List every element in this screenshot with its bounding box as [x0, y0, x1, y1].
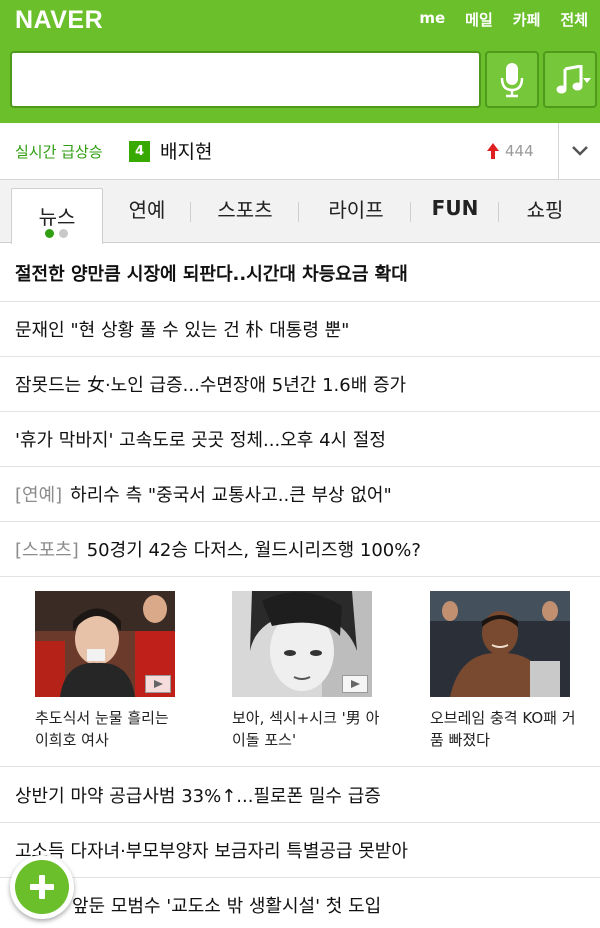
microphone-icon	[500, 62, 524, 97]
search-input[interactable]	[12, 53, 479, 106]
headline-item[interactable]: 상반기 마약 공급사범 33%↑...필로폰 밀수 급증	[0, 768, 600, 823]
headline-list-more: 상반기 마약 공급사범 33%↑...필로폰 밀수 급증 고소득 다자녀·부모부…	[0, 768, 600, 928]
photo-news-card[interactable]: 추도식서 눈물 흘리는 이희호 여사	[35, 591, 175, 751]
news-thumbnail[interactable]	[430, 591, 570, 697]
headline-list: 절전한 양만큼 시장에 되판다..시간대 차등요금 확대 문재인 "현 상황 풀…	[0, 244, 600, 577]
video-play-icon	[342, 675, 368, 693]
photo-news-card[interactable]: 보아, 섹시+시크 '男 아이돌 포스'	[232, 591, 379, 751]
category-tabs: 뉴스 연예 스포츠 라이프 FUN 쇼핑	[0, 180, 600, 244]
thumbnail-image	[430, 591, 570, 697]
photo-news-row: 추도식서 눈물 흘리는 이희호 여사 보아, 섹시+시크 '男 아이돌 포스'	[0, 577, 600, 767]
nav-mail[interactable]: 메일	[465, 9, 493, 30]
trending-label: 실시간 급상승	[15, 143, 103, 161]
photo-caption: 보아, 섹시+시크 '男 아이돌 포스'	[232, 709, 380, 749]
trending-keyword[interactable]: 배지현	[160, 137, 212, 164]
news-thumbnail[interactable]	[232, 591, 372, 697]
chevron-down-icon	[571, 146, 588, 156]
music-note-icon	[556, 64, 583, 93]
headline-item[interactable]: 고소득 다자녀·부모부양자 보금자리 특별공급 못받아	[0, 823, 600, 878]
music-search-button[interactable]	[543, 51, 597, 108]
nav-cafe[interactable]: 카페	[513, 9, 541, 30]
search-box	[10, 51, 481, 108]
news-thumbnail[interactable]	[35, 591, 175, 697]
video-play-icon	[145, 675, 171, 693]
tab-shopping[interactable]: 쇼핑	[508, 180, 582, 242]
trending-count: 444	[505, 142, 534, 160]
tab-sports[interactable]: 스포츠	[200, 180, 290, 242]
headline-item[interactable]: 절전한 양만큼 시장에 되판다..시간대 차등요금 확대	[0, 244, 600, 302]
caret-down-icon	[583, 78, 591, 83]
headline-item[interactable]: '휴가 막바지' 고속도로 곳곳 정체...오후 4시 절정	[0, 412, 600, 467]
headline-item[interactable]: 문재인 "현 상황 풀 수 있는 건 朴 대통령 뿐"	[0, 302, 600, 357]
plus-icon	[30, 875, 54, 899]
naver-logo[interactable]: NAVER	[15, 6, 103, 35]
divider	[498, 202, 499, 222]
photo-caption: 오브레임 충격 KO패 거품 빠졌다	[430, 709, 576, 749]
headline-item[interactable]: [스포츠] 50경기 42승 다저스, 월드시리즈행 100%?	[0, 522, 600, 577]
headline-item[interactable]: 잠못드는 女·노인 급증...수면장애 5년간 1.6배 증가	[0, 357, 600, 412]
header-bar: NAVER me 메일 카페 전체	[0, 0, 600, 123]
tab-fun[interactable]: FUN	[420, 180, 490, 242]
category-tag: [연예]	[15, 485, 63, 506]
realtime-trending-bar[interactable]: 실시간 급상승 4 배지현 444	[0, 123, 600, 180]
rank-badge: 4	[129, 141, 150, 162]
headline-item[interactable]: [연예] 하리수 측 "중국서 교통사고..큰 부상 없어"	[0, 467, 600, 522]
nav-all[interactable]: 전체	[560, 9, 588, 30]
floating-add-button[interactable]	[10, 855, 74, 919]
divider	[190, 202, 191, 222]
nav-me[interactable]: me	[419, 9, 445, 30]
photo-news-card[interactable]: 오브레임 충격 KO패 거품 빠졌다	[430, 591, 576, 751]
up-arrow-icon	[487, 143, 499, 159]
voice-search-button[interactable]	[485, 51, 539, 108]
page-dot-active	[45, 229, 54, 238]
trending-expand-button[interactable]	[559, 123, 600, 179]
photo-caption: 추도식서 눈물 흘리는 이희호 여사	[35, 709, 169, 749]
tab-entertainment[interactable]: 연예	[110, 180, 184, 242]
tab-news[interactable]: 뉴스	[11, 188, 103, 244]
headline-item[interactable]: 앞둔 모범수 '교도소 밖 생활시설' 첫 도입	[0, 878, 600, 928]
fab-circle	[15, 860, 69, 914]
page-indicator	[45, 229, 68, 238]
divider	[298, 202, 299, 222]
category-tag: [스포츠]	[15, 540, 79, 561]
page-dot	[59, 229, 68, 238]
divider	[410, 202, 411, 222]
top-nav: me 메일 카페 전체	[419, 9, 588, 30]
tab-life[interactable]: 라이프	[308, 180, 404, 242]
